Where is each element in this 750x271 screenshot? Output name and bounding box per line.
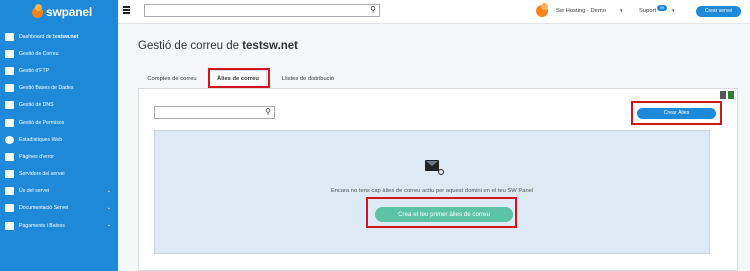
highlight-box bbox=[366, 197, 517, 228]
sidebar-item-label: Gestió Bases de Dades bbox=[19, 85, 74, 92]
mail-settings-icon bbox=[425, 160, 439, 171]
sidebar: swpanel Dashboard de testsw.net Gestió d… bbox=[0, 0, 118, 271]
sidebar-item-label: Dashboard de testsw.net bbox=[19, 33, 79, 40]
sidebar-item-ftp[interactable]: Gestió d'FTP bbox=[0, 62, 118, 79]
support-menu[interactable]: Suport bbox=[639, 8, 656, 14]
sidebar-item-servers[interactable]: Servidors del servei bbox=[0, 166, 118, 183]
sidebar-item-service-usage[interactable]: Ús del servei ⌄ bbox=[0, 183, 118, 200]
permissions-icon bbox=[5, 118, 14, 127]
empty-state-message: Encara no tens cap àlies de correu actiu… bbox=[330, 188, 534, 194]
sidebar-item-documentation[interactable]: Documentació Servei ⌄ bbox=[0, 200, 118, 217]
sidebar-item-label: Gestió de Permisos bbox=[19, 119, 65, 126]
document-icon bbox=[5, 152, 14, 161]
top-bar: ⚲ Sw Hosting - Demo ▾ Suport 99 ▾ Crear … bbox=[118, 0, 750, 24]
sidebar-item-label: Pàgines d'error bbox=[19, 153, 55, 160]
export-toolbar bbox=[720, 91, 734, 99]
sidebar-item-label: Gestió d'FTP bbox=[19, 67, 50, 74]
brand-logo[interactable]: swpanel bbox=[0, 0, 118, 24]
database-icon bbox=[5, 84, 14, 93]
pie-chart-icon bbox=[5, 135, 14, 144]
payments-icon bbox=[5, 221, 14, 230]
alias-search-input[interactable]: ⚲ bbox=[154, 106, 275, 119]
sidebar-item-label: Estadístiques Web bbox=[19, 136, 63, 143]
flag-icon bbox=[5, 101, 14, 110]
empty-state: Encara no tens cap àlies de correu actiu… bbox=[154, 130, 710, 254]
menu-toggle-icon[interactable] bbox=[123, 6, 130, 14]
sidebar-item-mail[interactable]: Gestió de Correu bbox=[0, 45, 118, 62]
create-server-button[interactable]: Crear servei bbox=[696, 6, 741, 17]
sidebar-item-label: Gestió de Correu bbox=[19, 50, 59, 57]
highlight-box bbox=[208, 68, 270, 88]
global-search-input[interactable]: ⚲ bbox=[144, 4, 380, 17]
chevron-down-icon[interactable]: ▾ bbox=[672, 8, 675, 14]
gear-icon bbox=[438, 169, 444, 175]
tab-distribution-lists[interactable]: Llistes de distribució bbox=[277, 70, 339, 88]
mail-icon bbox=[5, 49, 14, 58]
swpanel-logo-icon bbox=[32, 3, 43, 18]
tab-mail-accounts[interactable]: Comptes de correu bbox=[144, 70, 200, 88]
sidebar-item-web-stats[interactable]: Estadístiques Web bbox=[0, 131, 118, 148]
sidebar-item-dns[interactable]: Gestió de DNS bbox=[0, 97, 118, 114]
sidebar-item-label: Ús del servei bbox=[19, 188, 49, 195]
sidebar-item-dashboard[interactable]: Dashboard de testsw.net bbox=[0, 28, 118, 45]
brand-name: swpanel bbox=[46, 5, 92, 19]
documentation-icon bbox=[5, 204, 14, 213]
organization-selector[interactable]: Sw Hosting - Demo bbox=[556, 8, 606, 14]
sidebar-item-payments[interactable]: Pagaments i Baixes ⌄ bbox=[0, 217, 118, 234]
page-title: Gestió de correu de testsw.net bbox=[138, 40, 299, 52]
servers-icon bbox=[5, 170, 14, 179]
dashboard-icon bbox=[5, 32, 14, 41]
sidebar-item-label: Gestió de DNS bbox=[19, 102, 54, 109]
chevron-down-icon: ⌄ bbox=[106, 204, 111, 211]
support-badge: 99 bbox=[657, 5, 667, 11]
ftp-icon bbox=[5, 66, 14, 75]
search-icon[interactable]: ⚲ bbox=[265, 107, 271, 116]
highlight-box bbox=[631, 101, 722, 125]
export-csv-icon[interactable] bbox=[720, 91, 726, 99]
export-excel-icon[interactable] bbox=[728, 91, 734, 99]
chevron-down-icon: ⌄ bbox=[106, 187, 111, 194]
sidebar-nav: Dashboard de testsw.net Gestió de Correu… bbox=[0, 28, 118, 234]
usage-icon bbox=[5, 187, 14, 196]
sidebar-item-databases[interactable]: Gestió Bases de Dades bbox=[0, 80, 118, 97]
sidebar-item-label: Documentació Servei bbox=[19, 205, 69, 212]
organization-logo-icon bbox=[536, 3, 548, 17]
chevron-down-icon: ⌄ bbox=[106, 222, 111, 229]
chevron-down-icon[interactable]: ▾ bbox=[620, 8, 623, 14]
sidebar-item-permissions[interactable]: Gestió de Permisos bbox=[0, 114, 118, 131]
sidebar-item-label: Pagaments i Baixes bbox=[19, 222, 65, 229]
search-icon[interactable]: ⚲ bbox=[370, 5, 376, 14]
sidebar-item-error-pages[interactable]: Pàgines d'error bbox=[0, 148, 118, 165]
sidebar-item-label: Servidors del servei bbox=[19, 171, 65, 178]
